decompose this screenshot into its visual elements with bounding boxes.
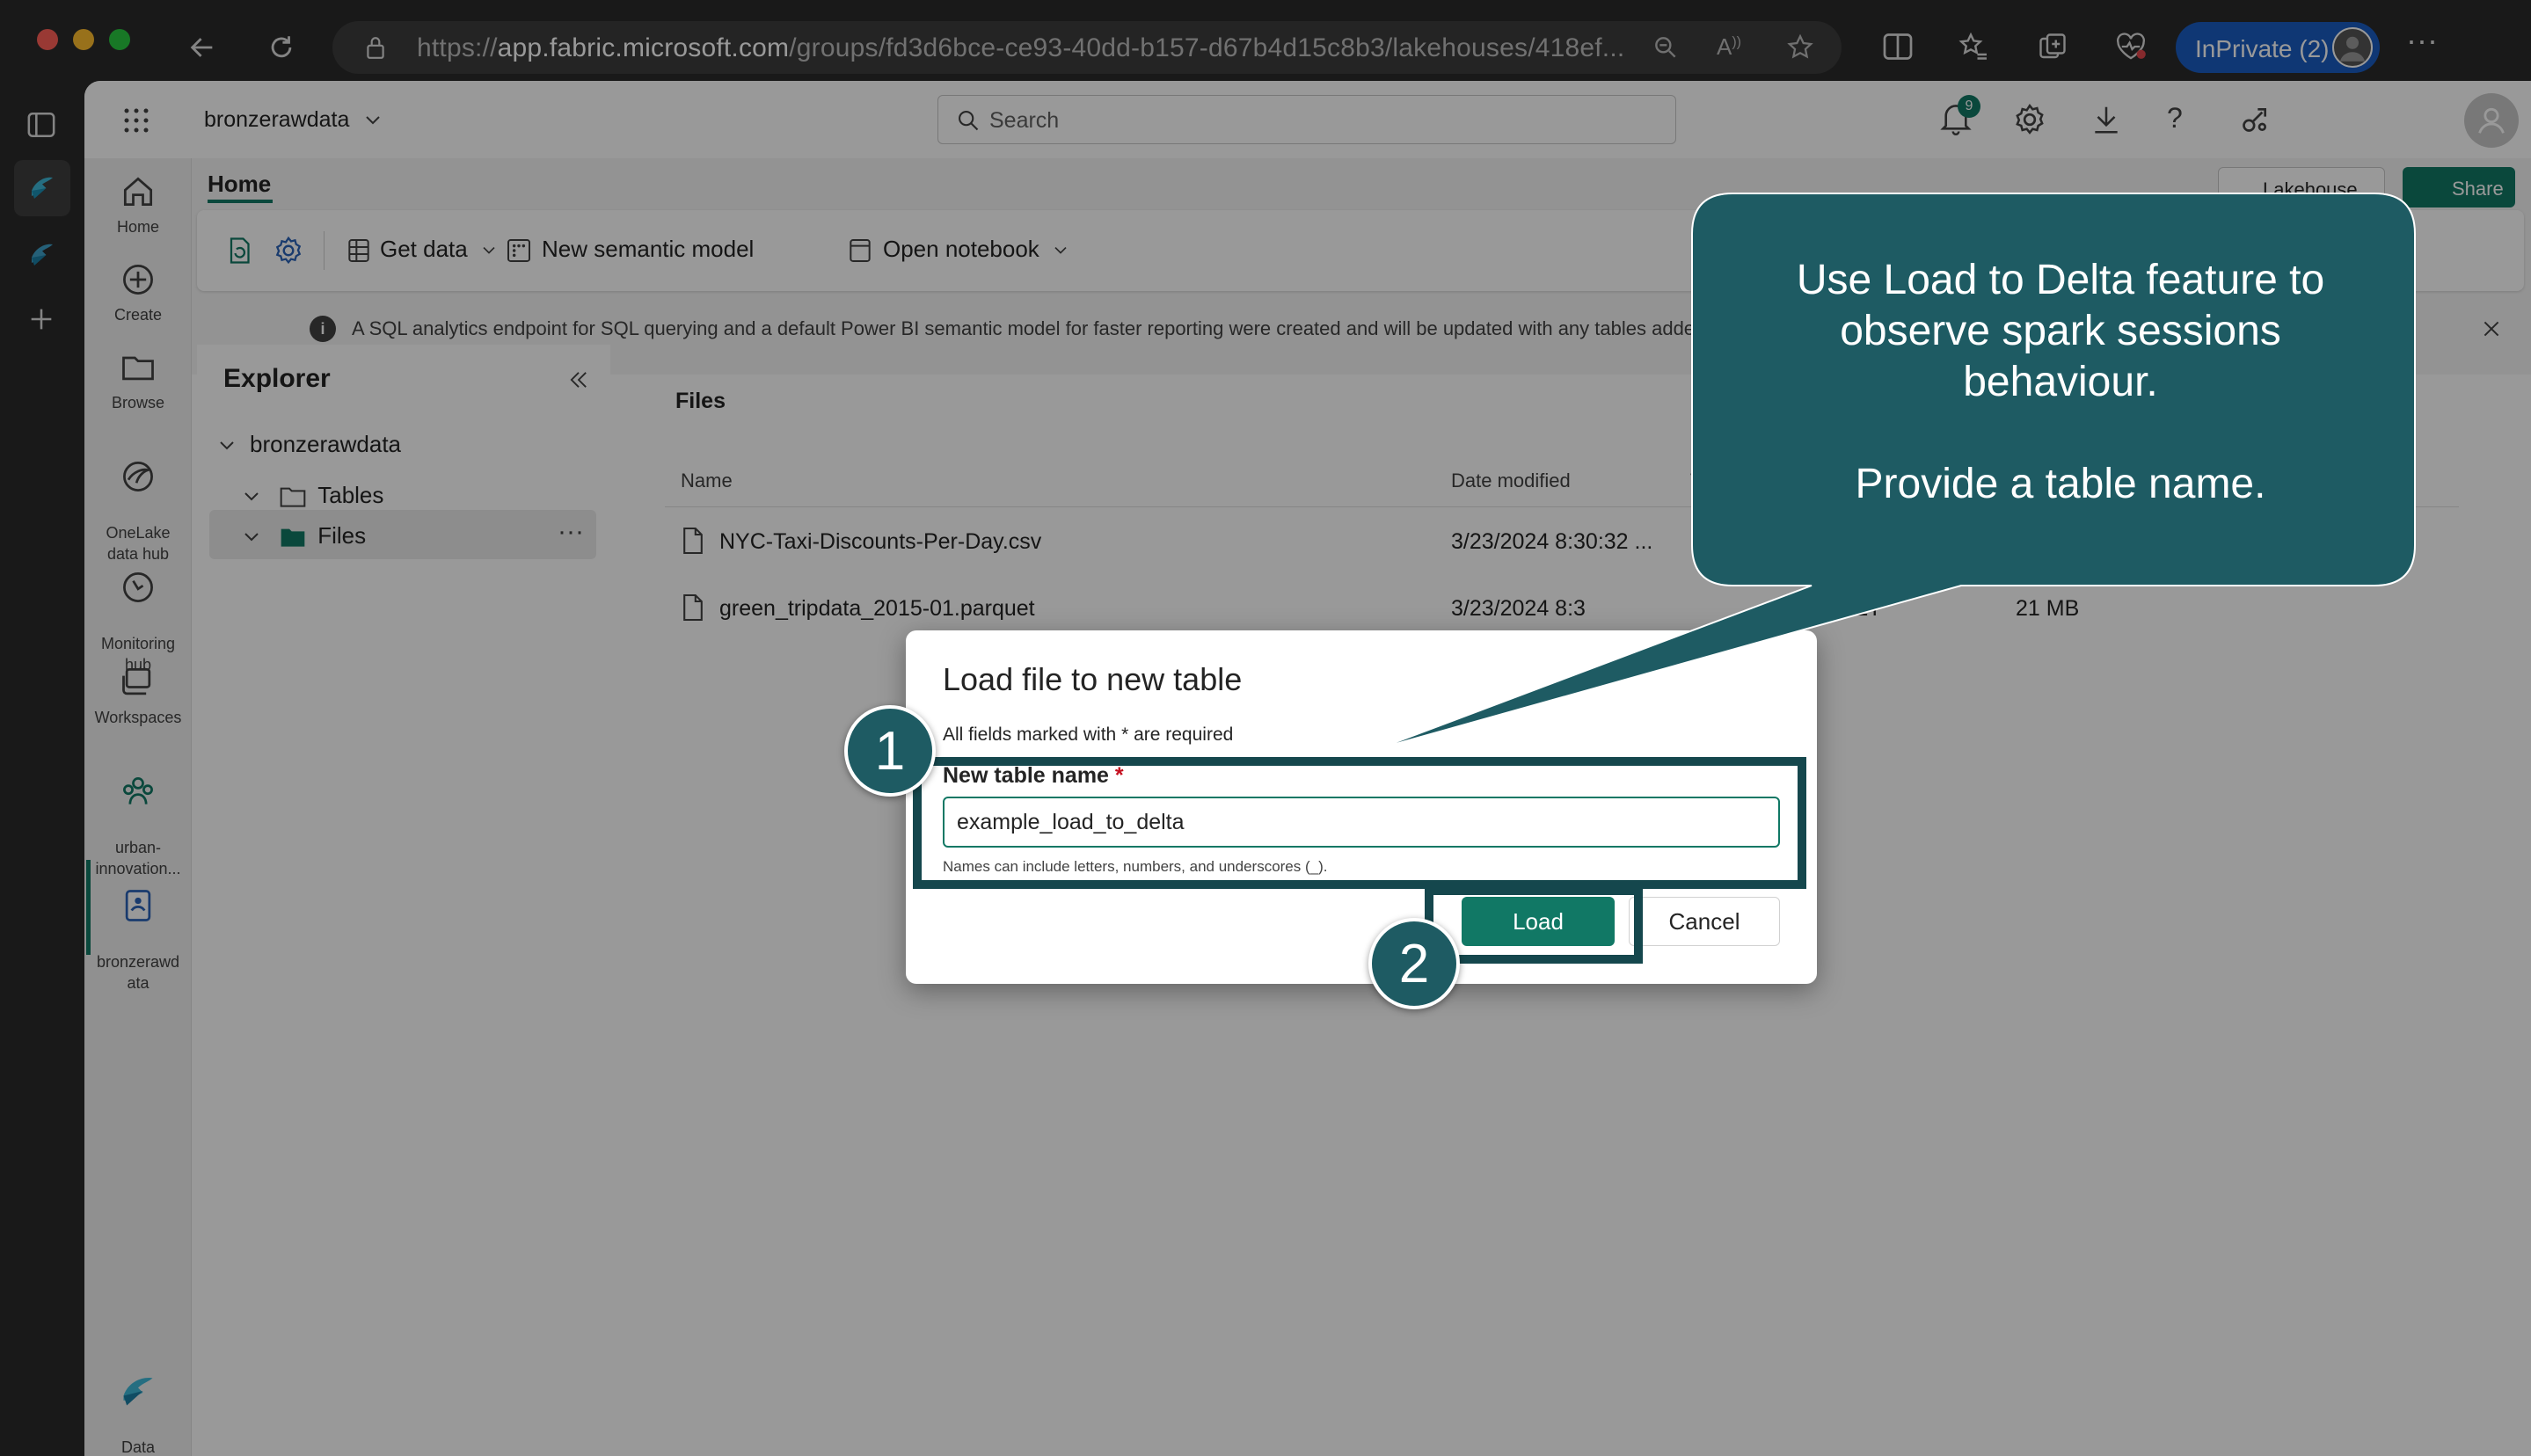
callout-text: Use Load to Delta feature to observe spa… (1696, 255, 2425, 510)
step-2-label: 2 (1398, 933, 1430, 994)
annotation-callout (1376, 193, 2416, 750)
callout-line-1: Use Load to Delta feature to observe spa… (1796, 257, 2325, 405)
callout-line-2: Provide a table name. (1855, 461, 2266, 507)
step-1-label: 1 (874, 720, 906, 782)
step-2-badge: 2 (1368, 918, 1460, 1009)
step-1-badge: 1 (844, 705, 936, 797)
